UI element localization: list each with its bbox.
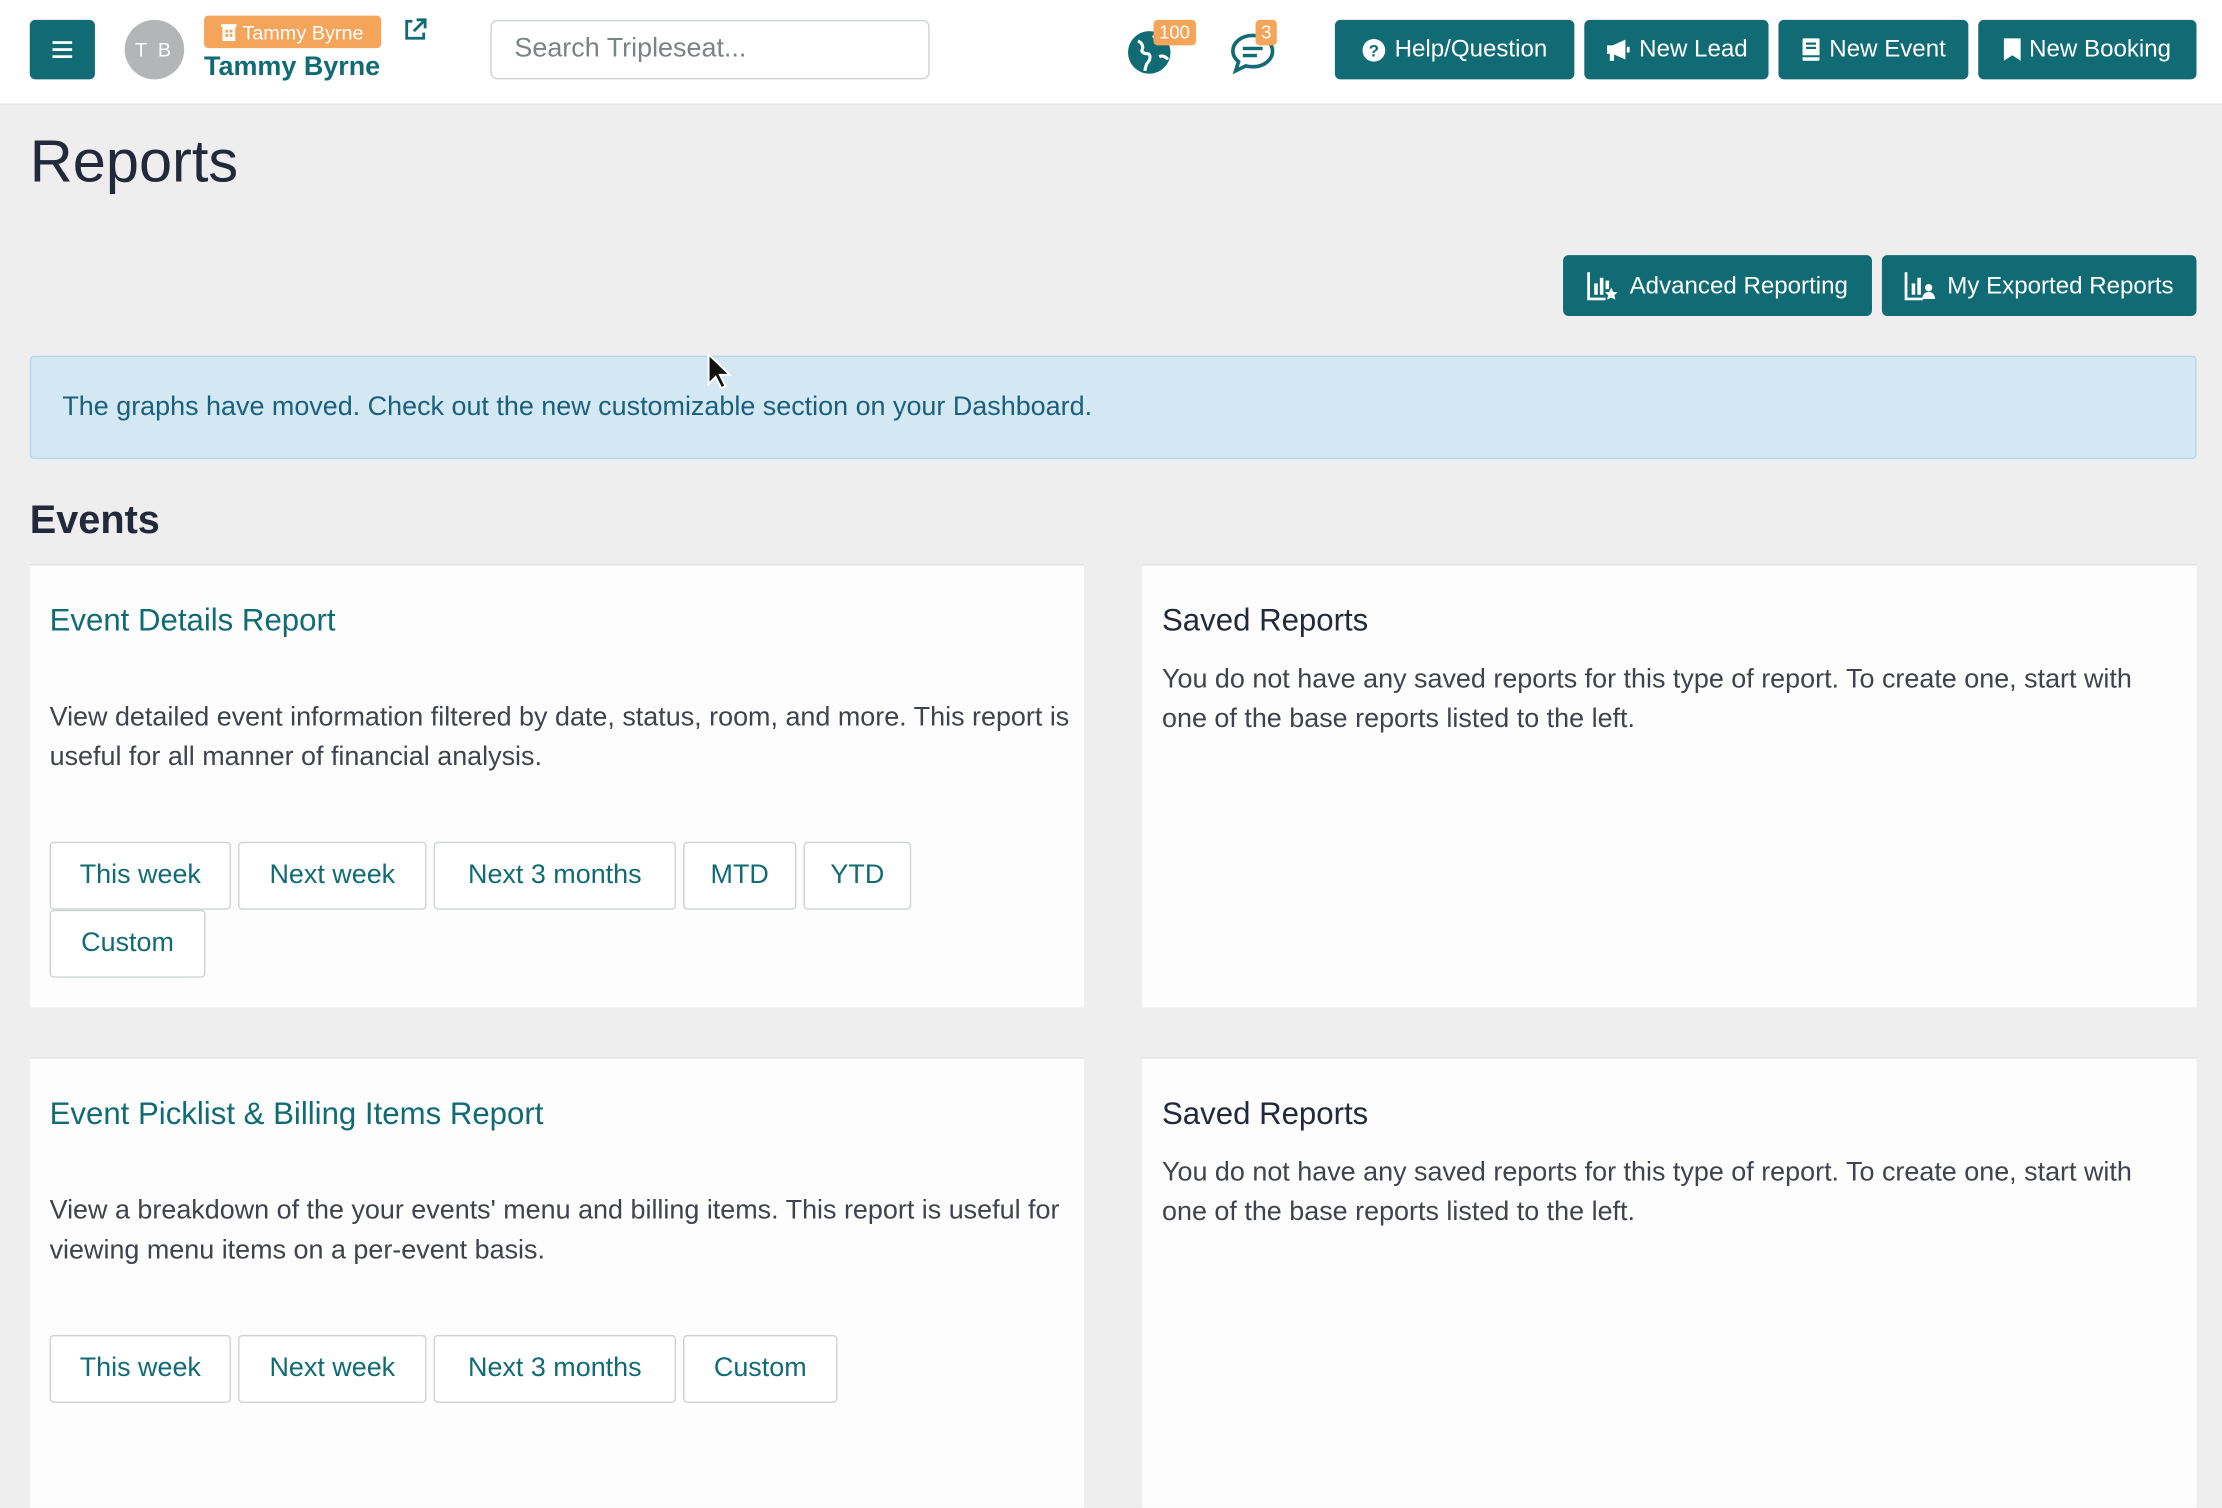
reports-page: T B Tammy Byrne Tammy Byrne 100: [0, 0, 2222, 1508]
hamburger-icon: [52, 41, 73, 59]
range-button-next-3-months[interactable]: Next 3 months: [433, 1334, 676, 1403]
new-event-button[interactable]: New Event: [1778, 19, 1969, 80]
new-booking-button[interactable]: New Booking: [1978, 19, 2197, 80]
menu-button[interactable]: [29, 19, 95, 80]
info-alert-text: The graphs have moved. Check out the new…: [62, 391, 1093, 422]
report-description: View a breakdown of the your events' men…: [49, 1196, 1060, 1266]
range-button-custom[interactable]: Custom: [683, 1334, 838, 1403]
external-link-icon[interactable]: [402, 17, 428, 43]
saved-reports-empty-text: You do not have any saved reports for th…: [1162, 1157, 2132, 1228]
book-icon: [1802, 38, 1820, 61]
building-icon: [221, 23, 237, 41]
user-badge[interactable]: Tammy Byrne: [204, 15, 381, 49]
mouse-cursor-icon: [707, 352, 733, 390]
range-button-custom[interactable]: Custom: [49, 909, 206, 978]
range-button-this-week[interactable]: This week: [49, 841, 231, 910]
report-card-event-details: Event Details Report View detailed event…: [29, 564, 1085, 1008]
saved-reports-panel: Saved Reports You do not have any saved …: [1142, 564, 2197, 1008]
report-title-link[interactable]: Event Details Report: [50, 602, 336, 639]
advanced-reporting-button[interactable]: Advanced Reporting: [1563, 255, 1872, 317]
user-badge-label: Tammy Byrne: [242, 20, 364, 44]
report-card-picklist-billing: Event Picklist & Billing Items Report Vi…: [29, 1057, 1085, 1508]
chart-user-icon: [1904, 271, 1936, 300]
messages-count-badge: 3: [1255, 19, 1278, 46]
notifications-count-badge: 100: [1153, 19, 1196, 46]
top-bar: T B Tammy Byrne Tammy Byrne 100: [0, 0, 2222, 105]
my-exported-reports-label: My Exported Reports: [1947, 271, 2174, 299]
new-event-label: New Event: [1829, 35, 1946, 63]
chart-star-icon: [1587, 271, 1618, 300]
help-question-button[interactable]: ? Help/Question: [1334, 19, 1575, 80]
search-input[interactable]: [490, 19, 930, 80]
question-circle-icon: ?: [1362, 38, 1386, 61]
saved-reports-title: Saved Reports: [1162, 602, 1369, 638]
bookmark-icon: [2003, 38, 2021, 61]
saved-reports-empty-text: You do not have any saved reports for th…: [1162, 664, 2132, 735]
info-alert: The graphs have moved. Check out the new…: [29, 355, 2197, 460]
section-title-events: Events: [29, 497, 160, 542]
advanced-reporting-label: Advanced Reporting: [1629, 271, 1848, 299]
range-button-next-3-months[interactable]: Next 3 months: [433, 841, 676, 910]
help-question-label: Help/Question: [1394, 35, 1548, 63]
new-booking-label: New Booking: [2029, 35, 2172, 63]
user-name-link[interactable]: Tammy Byrne: [204, 52, 380, 83]
range-button-ytd[interactable]: YTD: [803, 841, 912, 910]
saved-reports-title: Saved Reports: [1162, 1095, 1369, 1131]
megaphone-icon: [1606, 39, 1630, 61]
report-description: View detailed event information filtered…: [49, 702, 1070, 773]
range-button-mtd[interactable]: MTD: [683, 841, 797, 910]
new-lead-label: New Lead: [1639, 35, 1748, 63]
my-exported-reports-button[interactable]: My Exported Reports: [1881, 255, 2197, 317]
range-button-this-week[interactable]: This week: [49, 1334, 231, 1403]
new-lead-button[interactable]: New Lead: [1584, 19, 1769, 80]
report-title-link[interactable]: Event Picklist & Billing Items Report: [50, 1095, 544, 1132]
range-button-next-week[interactable]: Next week: [238, 1334, 427, 1403]
page-title: Reports: [29, 127, 239, 195]
avatar[interactable]: T B: [124, 19, 185, 80]
notifications-button[interactable]: 100: [1125, 19, 1196, 79]
saved-reports-panel: Saved Reports You do not have any saved …: [1142, 1057, 2197, 1508]
svg-text:?: ?: [1369, 41, 1379, 60]
messages-button[interactable]: 3: [1227, 19, 1278, 79]
range-button-next-week[interactable]: Next week: [238, 841, 427, 910]
